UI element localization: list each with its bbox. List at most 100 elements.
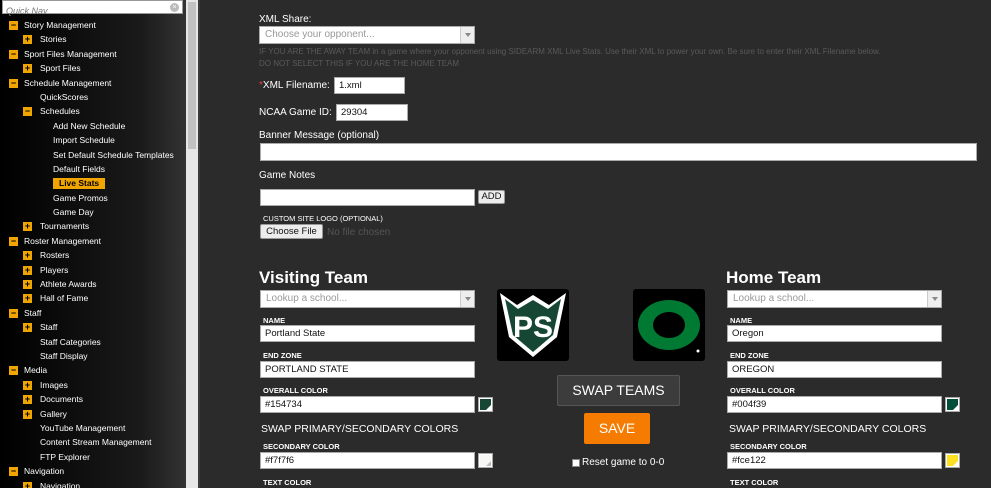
sidebar-item[interactable]: − Schedule Management <box>0 76 185 90</box>
sidebar-item[interactable]: YouTube Management <box>0 421 185 435</box>
sidebar-item[interactable]: + Navigation <box>0 479 185 488</box>
sidebar-scrollbar[interactable] <box>186 0 198 488</box>
visiting-overall-color-swatch[interactable] <box>478 397 493 412</box>
game-notes-input[interactable] <box>260 189 475 206</box>
expand-icon[interactable]: + <box>23 64 32 74</box>
reset-game-checkbox[interactable] <box>572 459 580 467</box>
expand-icon[interactable]: + <box>23 251 32 261</box>
visiting-lookup-select[interactable]: Lookup a school... <box>260 290 475 308</box>
collapse-icon[interactable]: − <box>9 49 18 59</box>
sidebar-item[interactable]: − Media <box>0 363 185 377</box>
sidebar-item[interactable]: − Staff <box>0 306 185 320</box>
sidebar-item[interactable]: − Sport Files Management <box>0 47 185 61</box>
quick-nav-input[interactable] <box>3 5 168 17</box>
xml-share-select[interactable]: Choose your opponent... <box>259 26 475 44</box>
expand-icon[interactable]: + <box>23 323 32 333</box>
expand-icon[interactable]: + <box>23 409 32 419</box>
expand-icon[interactable]: + <box>23 265 32 275</box>
sidebar-item[interactable]: + Hall of Fame <box>0 291 185 305</box>
sidebar-item[interactable]: + Players <box>0 263 185 277</box>
expand-icon[interactable]: + <box>23 294 32 304</box>
sidebar-item[interactable]: FTP Explorer <box>0 450 185 464</box>
sidebar-item-label: Tournaments <box>40 221 90 232</box>
visiting-name-input[interactable]: Portland State <box>260 325 475 342</box>
sidebar-item[interactable]: + Gallery <box>0 407 185 421</box>
expand-icon[interactable]: + <box>23 380 32 390</box>
visiting-secondary-color-label: SECONDARY COLOR <box>263 442 340 451</box>
sidebar-item[interactable]: Staff Display <box>0 349 185 363</box>
collapse-icon[interactable]: − <box>23 107 32 117</box>
sidebar-item-label: Gallery <box>40 408 67 419</box>
collapse-icon[interactable]: − <box>9 366 18 376</box>
xml-share-label: XML Share: <box>259 14 312 25</box>
sidebar-item[interactable]: + Tournaments <box>0 219 185 233</box>
xml-filename-label: *XML Filename: <box>259 80 330 91</box>
collapse-icon[interactable]: − <box>9 78 18 88</box>
banner-message-input[interactable] <box>260 143 977 161</box>
ncaa-game-id-label: NCAA Game ID: <box>259 107 332 118</box>
sidebar-item[interactable]: + Images <box>0 378 185 392</box>
sidebar-item[interactable]: Game Day <box>0 205 185 219</box>
save-button[interactable]: SAVE <box>584 413 650 444</box>
home-secondary-color-input[interactable]: #fce122 <box>727 452 942 469</box>
sidebar-item[interactable]: Default Fields <box>0 162 185 176</box>
sidebar-item[interactable]: + Athlete Awards <box>0 277 185 291</box>
expand-icon[interactable]: + <box>23 280 32 290</box>
home-overall-color-swatch[interactable] <box>945 397 960 412</box>
expand-icon[interactable]: + <box>23 395 32 405</box>
chevron-down-icon <box>927 291 941 307</box>
home-name-input[interactable]: Oregon <box>727 325 942 342</box>
oregon-logo <box>633 289 705 361</box>
sidebar-item[interactable]: + Rosters <box>0 248 185 262</box>
visiting-secondary-color-swatch[interactable] <box>478 453 493 468</box>
home-secondary-color-label: SECONDARY COLOR <box>730 442 807 451</box>
home-overall-color-input[interactable]: #004f39 <box>727 396 942 413</box>
sidebar-item[interactable]: QuickScores <box>0 90 185 104</box>
expand-icon[interactable]: + <box>23 481 32 488</box>
xml-filename-input[interactable]: 1.xml <box>334 77 405 94</box>
sidebar-item[interactable]: Import Schedule <box>0 133 185 147</box>
sidebar-item[interactable]: + Sport Files <box>0 61 185 75</box>
choose-file-button[interactable]: Choose File <box>260 224 323 239</box>
home-lookup-select[interactable]: Lookup a school... <box>727 290 942 308</box>
sidebar-item[interactable]: − Story Management <box>0 18 185 32</box>
visiting-overall-color-label: OVERALL COLOR <box>263 386 328 395</box>
banner-message-label: Banner Message (optional) <box>259 130 380 141</box>
clear-icon[interactable]: × <box>170 3 179 12</box>
home-swap-colors-label[interactable]: SWAP PRIMARY/SECONDARY COLORS <box>729 423 926 435</box>
expand-icon[interactable]: + <box>23 222 32 232</box>
visiting-endzone-input[interactable]: PORTLAND STATE <box>260 361 475 378</box>
sidebar-item[interactable]: Live Stats <box>0 176 185 190</box>
sidebar-item-label: Navigation <box>24 466 65 477</box>
sidebar-item-label: Game Promos <box>53 192 108 203</box>
sidebar-item-label: Media <box>24 365 48 376</box>
sidebar-item[interactable]: Staff Categories <box>0 335 185 349</box>
add-note-button[interactable]: ADD <box>478 190 505 204</box>
collapse-icon[interactable]: − <box>9 467 18 477</box>
sidebar-item[interactable]: Content Stream Management <box>0 435 185 449</box>
collapse-icon[interactable]: − <box>9 21 18 30</box>
ncaa-game-id-input[interactable]: 29304 <box>336 104 408 121</box>
sidebar-item[interactable]: Add New Schedule <box>0 119 185 133</box>
visiting-overall-color-input[interactable]: #154734 <box>260 396 475 413</box>
sidebar-item-label: FTP Explorer <box>40 451 90 462</box>
home-secondary-color-swatch[interactable] <box>945 453 960 468</box>
sidebar-item[interactable]: Set Default Schedule Templates <box>0 148 185 162</box>
no-file-text: No file chosen <box>327 227 391 238</box>
sidebar-item[interactable]: + Documents <box>0 392 185 406</box>
expand-icon[interactable]: + <box>23 35 32 45</box>
sidebar-item[interactable]: + Staff <box>0 320 185 334</box>
sidebar-item[interactable]: − Schedules <box>0 104 185 118</box>
collapse-icon[interactable]: − <box>9 308 18 318</box>
home-endzone-input[interactable]: OREGON <box>727 361 942 378</box>
sidebar-item[interactable]: Game Promos <box>0 191 185 205</box>
visiting-secondary-color-input[interactable]: #f7f7f6 <box>260 452 475 469</box>
collapse-icon[interactable]: − <box>9 236 18 246</box>
sidebar-item[interactable]: − Roster Management <box>0 234 185 248</box>
scrollbar-thumb[interactable] <box>188 2 196 149</box>
visiting-swap-colors-label[interactable]: SWAP PRIMARY/SECONDARY COLORS <box>261 423 458 435</box>
swap-teams-button[interactable]: SWAP TEAMS <box>557 375 680 406</box>
sidebar-item[interactable]: − Navigation <box>0 464 185 478</box>
sidebar-item[interactable]: + Stories <box>0 32 185 46</box>
quick-nav-search[interactable]: × <box>2 0 183 17</box>
